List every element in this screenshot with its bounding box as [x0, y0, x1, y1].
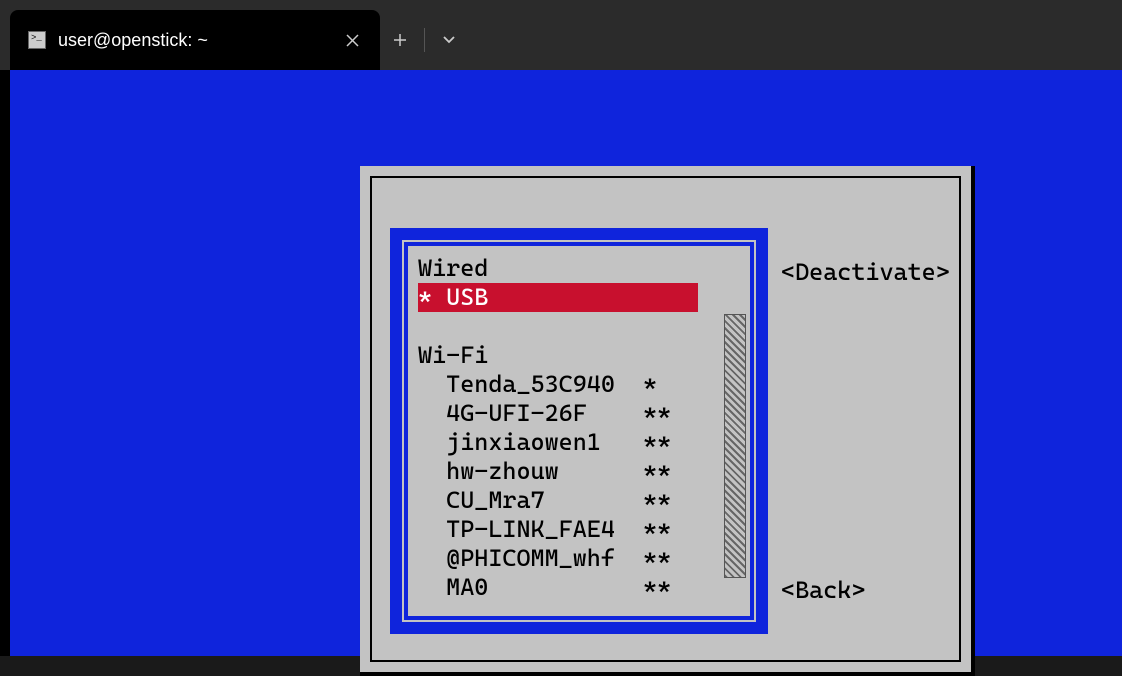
blank-row [418, 312, 750, 341]
terminal-icon [28, 31, 46, 49]
terminal-tab[interactable]: user@openstick: ~ [10, 10, 380, 70]
terminal-area: Wired * USB Wi-Fi Tenda_53C940 * 4G-UFI-… [0, 70, 1122, 656]
tab-divider [424, 28, 425, 52]
deactivate-button[interactable]: <Deactivate> [781, 258, 950, 286]
network-list[interactable]: Wired * USB Wi-Fi Tenda_53C940 * 4G-UFI-… [408, 246, 750, 602]
wifi-item[interactable]: MA0 ** [418, 573, 750, 602]
scrollbar[interactable] [724, 314, 746, 578]
wired-header: Wired [418, 254, 750, 283]
title-bar: user@openstick: ~ [0, 0, 1122, 70]
tab-dropdown-button[interactable] [429, 10, 469, 70]
wifi-item[interactable]: CU_Mra7 ** [418, 486, 750, 515]
close-icon[interactable] [336, 24, 368, 56]
wifi-item[interactable]: hw-zhouw ** [418, 457, 750, 486]
wifi-item[interactable]: @PHICOMM_whf ** [418, 544, 750, 573]
back-button[interactable]: <Back> [781, 576, 865, 604]
tab-title: user@openstick: ~ [58, 30, 324, 51]
connection-usb-selected[interactable]: * USB [418, 283, 698, 312]
wifi-header: Wi-Fi [418, 341, 750, 370]
wifi-item[interactable]: TP-LINK_FAE4 ** [418, 515, 750, 544]
network-list-frame: Wired * USB Wi-Fi Tenda_53C940 * 4G-UFI-… [390, 228, 768, 634]
wifi-item[interactable]: jinxiaowen1 ** [418, 428, 750, 457]
wifi-item[interactable]: 4G-UFI-26F ** [418, 399, 750, 428]
wifi-item[interactable]: Tenda_53C940 * [418, 370, 750, 399]
new-tab-button[interactable] [380, 10, 420, 70]
